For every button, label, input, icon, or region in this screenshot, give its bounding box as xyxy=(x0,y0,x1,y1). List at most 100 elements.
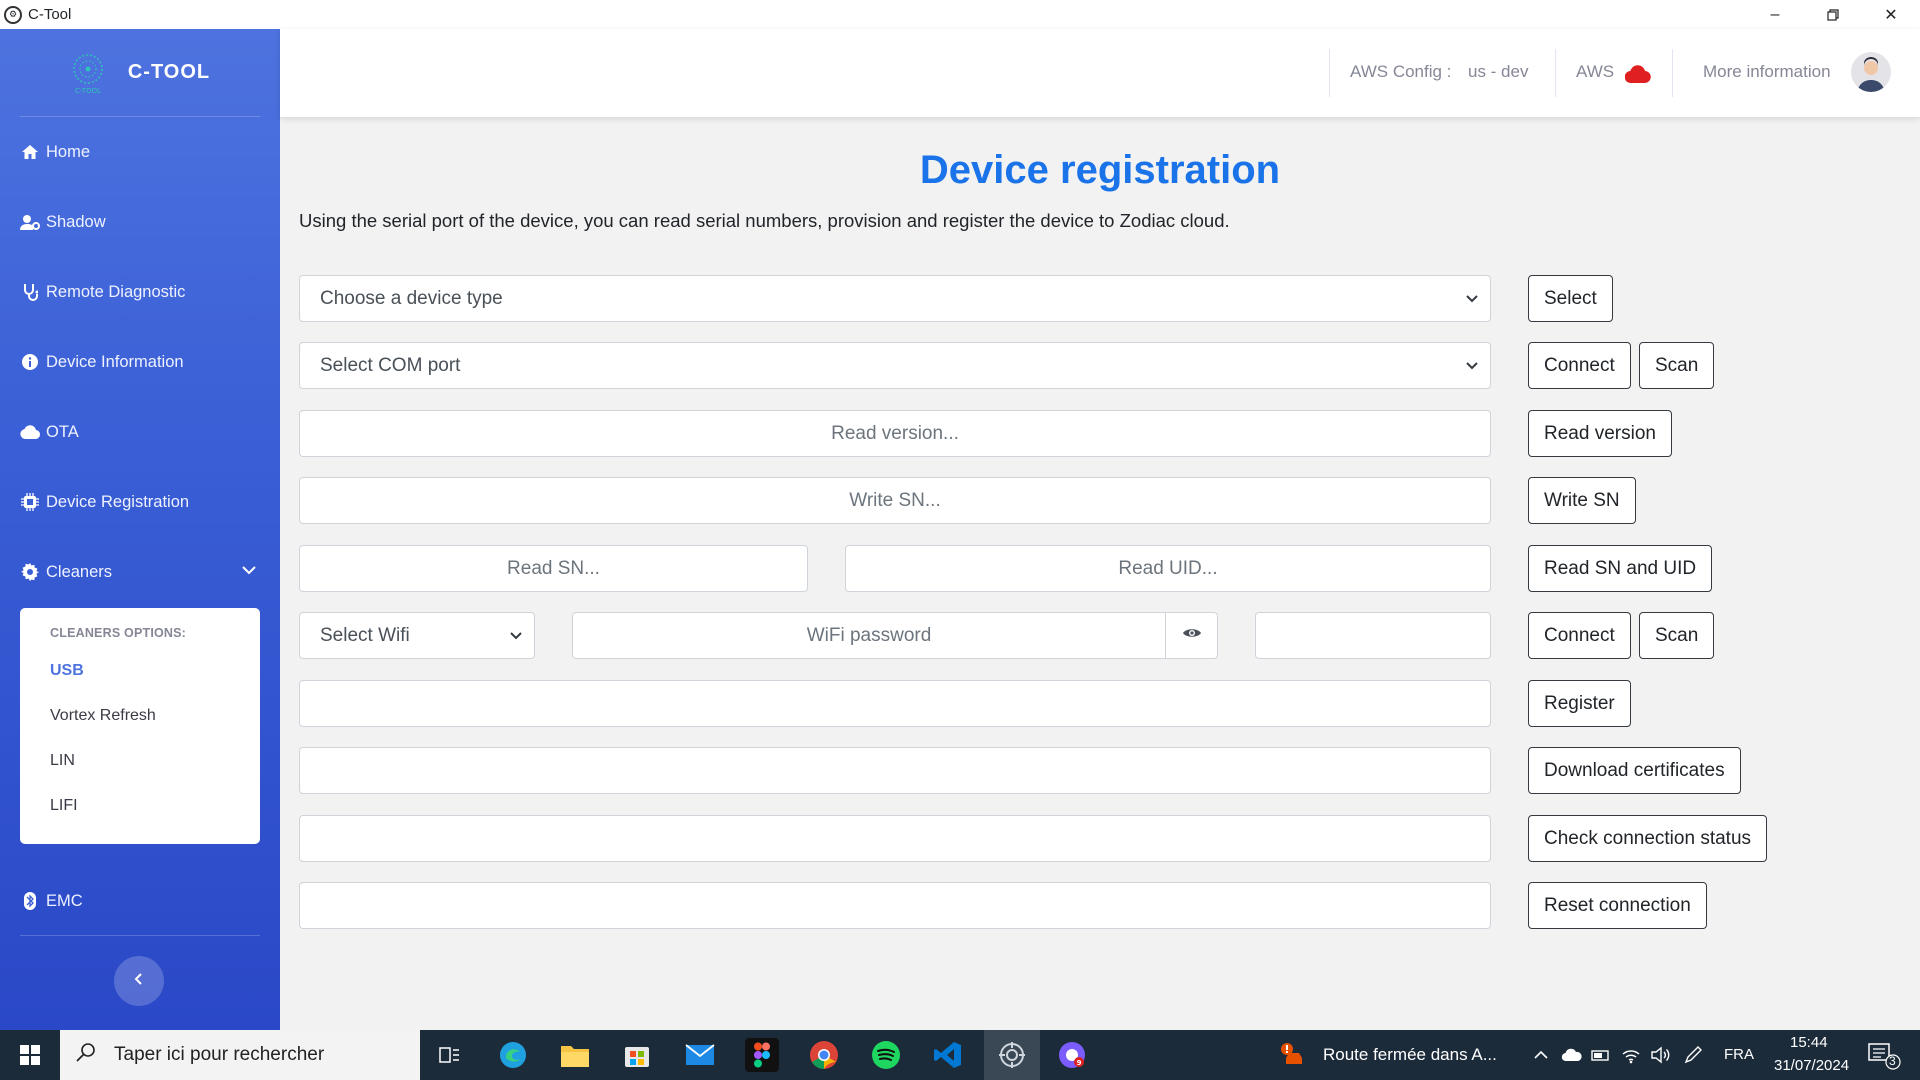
ctool-icon[interactable] xyxy=(984,1030,1040,1080)
connect-button[interactable]: Connect xyxy=(1528,342,1631,389)
sidebar-item-shadow[interactable]: Shadow xyxy=(0,187,280,257)
download-certificates-button[interactable]: Download certificates xyxy=(1528,747,1741,794)
sidebar-item-emc[interactable]: EMC xyxy=(0,866,280,936)
page-title: Device registration xyxy=(919,148,1281,192)
device-type-select[interactable]: Choose a device type xyxy=(299,275,1491,322)
gear-icon xyxy=(20,562,40,582)
avatar[interactable] xyxy=(1851,52,1891,92)
clock-time[interactable]: 15:44 xyxy=(1790,1034,1828,1051)
sidebar-brand[interactable]: C-TOOL C-TOOL xyxy=(20,29,260,117)
topbar-divider xyxy=(1329,49,1330,97)
topbar-divider xyxy=(1555,49,1556,97)
reset-output-field[interactable] xyxy=(299,882,1491,929)
chevron-left-icon xyxy=(132,972,146,991)
chat-icon[interactable]: 9 xyxy=(1055,1038,1089,1072)
read-uid-field[interactable]: Read UID... xyxy=(845,545,1491,592)
close-icon[interactable]: ✕ xyxy=(1862,0,1920,29)
read-version-button[interactable]: Read version xyxy=(1528,410,1672,457)
select-button[interactable]: Select xyxy=(1528,275,1613,322)
aws-config-label: AWS Config : xyxy=(1350,62,1452,81)
connection-status-output-field[interactable] xyxy=(299,815,1491,862)
wifi-password-placeholder: WiFi password xyxy=(806,624,932,646)
taskbar-search-input[interactable]: Taper ici pour rechercher xyxy=(60,1030,420,1080)
language-indicator[interactable]: FRA xyxy=(1724,1046,1754,1063)
certificates-output-field[interactable] xyxy=(299,747,1491,794)
register-output-field[interactable] xyxy=(299,680,1491,727)
scan-button[interactable]: Scan xyxy=(1639,342,1715,389)
sidebar-item-cleaners[interactable]: Cleaners xyxy=(0,537,280,607)
user-gear-icon xyxy=(20,212,40,232)
read-sn-field[interactable]: Read SN... xyxy=(299,545,808,592)
stethoscope-icon xyxy=(20,282,40,302)
volume-icon[interactable] xyxy=(1651,1046,1671,1069)
more-information-link[interactable]: More information xyxy=(1703,62,1831,82)
store-icon[interactable] xyxy=(620,1038,654,1072)
notification-count-badge: 3 xyxy=(1889,1054,1896,1068)
chevron-down-icon[interactable] xyxy=(240,561,258,579)
submenu-item-usb[interactable]: USB xyxy=(20,660,260,705)
wifi-scan-button[interactable]: Scan xyxy=(1639,612,1715,659)
svg-text:C-TOOL: C-TOOL xyxy=(75,87,101,95)
chevron-down-icon xyxy=(1464,358,1480,374)
chevron-up-icon[interactable] xyxy=(1533,1047,1549,1068)
info-circle-icon xyxy=(20,352,40,372)
read-version-placeholder: Read version... xyxy=(831,422,959,444)
wifi-connect-button[interactable]: Connect xyxy=(1528,612,1631,659)
sidebar-item-home[interactable]: Home xyxy=(0,117,280,187)
mail-icon[interactable] xyxy=(683,1038,717,1072)
write-sn-placeholder: Write SN... xyxy=(849,489,941,511)
submenu-item-lin[interactable]: LIN xyxy=(20,750,260,795)
restore-icon[interactable] xyxy=(1804,0,1862,29)
sidebar-item-label: OTA xyxy=(46,422,79,441)
com-port-select-value: Select COM port xyxy=(320,354,461,376)
wifi-select[interactable]: Select Wifi xyxy=(299,612,535,659)
submenu-item-lifi[interactable]: LIFI xyxy=(20,795,260,840)
notification-center-icon[interactable] xyxy=(1868,1042,1902,1075)
pen-icon[interactable] xyxy=(1684,1046,1704,1069)
submenu-header: CLEANERS OPTIONS: xyxy=(50,626,187,640)
window-title-bar: ⚙ C-Tool – ✕ xyxy=(0,0,1920,29)
submenu-item-vortex-refresh[interactable]: Vortex Refresh xyxy=(20,705,260,750)
reset-connection-button[interactable]: Reset connection xyxy=(1528,882,1707,929)
bluetooth-icon xyxy=(20,891,40,911)
show-password-button[interactable] xyxy=(1165,612,1218,659)
wifi-icon[interactable] xyxy=(1621,1046,1641,1069)
sidebar-item-device-registration[interactable]: Device Registration xyxy=(0,467,280,537)
sidebar-item-ota[interactable]: OTA xyxy=(0,397,280,467)
edge-icon[interactable] xyxy=(496,1038,530,1072)
topbar-divider xyxy=(1672,49,1673,97)
sidebar-toggle-button[interactable] xyxy=(114,956,164,1006)
figma-icon[interactable] xyxy=(745,1038,779,1072)
file-explorer-icon[interactable] xyxy=(558,1038,592,1072)
task-view-icon[interactable] xyxy=(433,1038,467,1072)
minimize-icon[interactable]: – xyxy=(1746,0,1804,29)
page-description: Using the serial port of the device, you… xyxy=(299,210,1230,231)
wifi-status-field[interactable] xyxy=(1255,612,1491,659)
sidebar-item-label: EMC xyxy=(46,891,83,910)
sidebar-item-device-information[interactable]: Device Information xyxy=(0,327,280,397)
sidebar-item-label: Device Information xyxy=(46,352,184,371)
read-sn-placeholder: Read SN... xyxy=(507,557,600,579)
com-port-select[interactable]: Select COM port xyxy=(299,342,1491,389)
windows-start-icon[interactable] xyxy=(0,1030,60,1080)
clock-date[interactable]: 31/07/2024 xyxy=(1774,1057,1849,1074)
traffic-alert-icon[interactable] xyxy=(1280,1042,1306,1073)
wifi-password-input[interactable]: WiFi password xyxy=(572,612,1166,659)
sidebar-item-remote-diagnostic[interactable]: Remote Diagnostic xyxy=(0,257,280,327)
chrome-icon[interactable] xyxy=(807,1038,841,1072)
read-uid-placeholder: Read UID... xyxy=(1118,557,1218,579)
cleaners-submenu: CLEANERS OPTIONS: USB Vortex Refresh LIN… xyxy=(20,608,260,844)
write-sn-field[interactable]: Write SN... xyxy=(299,477,1491,524)
write-sn-button[interactable]: Write SN xyxy=(1528,477,1636,524)
sidebar-item-label: Shadow xyxy=(46,212,106,231)
read-version-field[interactable]: Read version... xyxy=(299,410,1491,457)
onedrive-icon[interactable] xyxy=(1561,1047,1583,1068)
vscode-icon[interactable] xyxy=(931,1038,965,1072)
battery-icon[interactable] xyxy=(1591,1047,1611,1068)
register-button[interactable]: Register xyxy=(1528,680,1631,727)
check-connection-status-button[interactable]: Check connection status xyxy=(1528,815,1768,862)
news-notification-text[interactable]: Route fermée dans A... xyxy=(1323,1045,1497,1065)
window-title: C-Tool xyxy=(28,6,72,23)
spotify-icon[interactable] xyxy=(869,1038,903,1072)
read-sn-uid-button[interactable]: Read SN and UID xyxy=(1528,545,1713,592)
